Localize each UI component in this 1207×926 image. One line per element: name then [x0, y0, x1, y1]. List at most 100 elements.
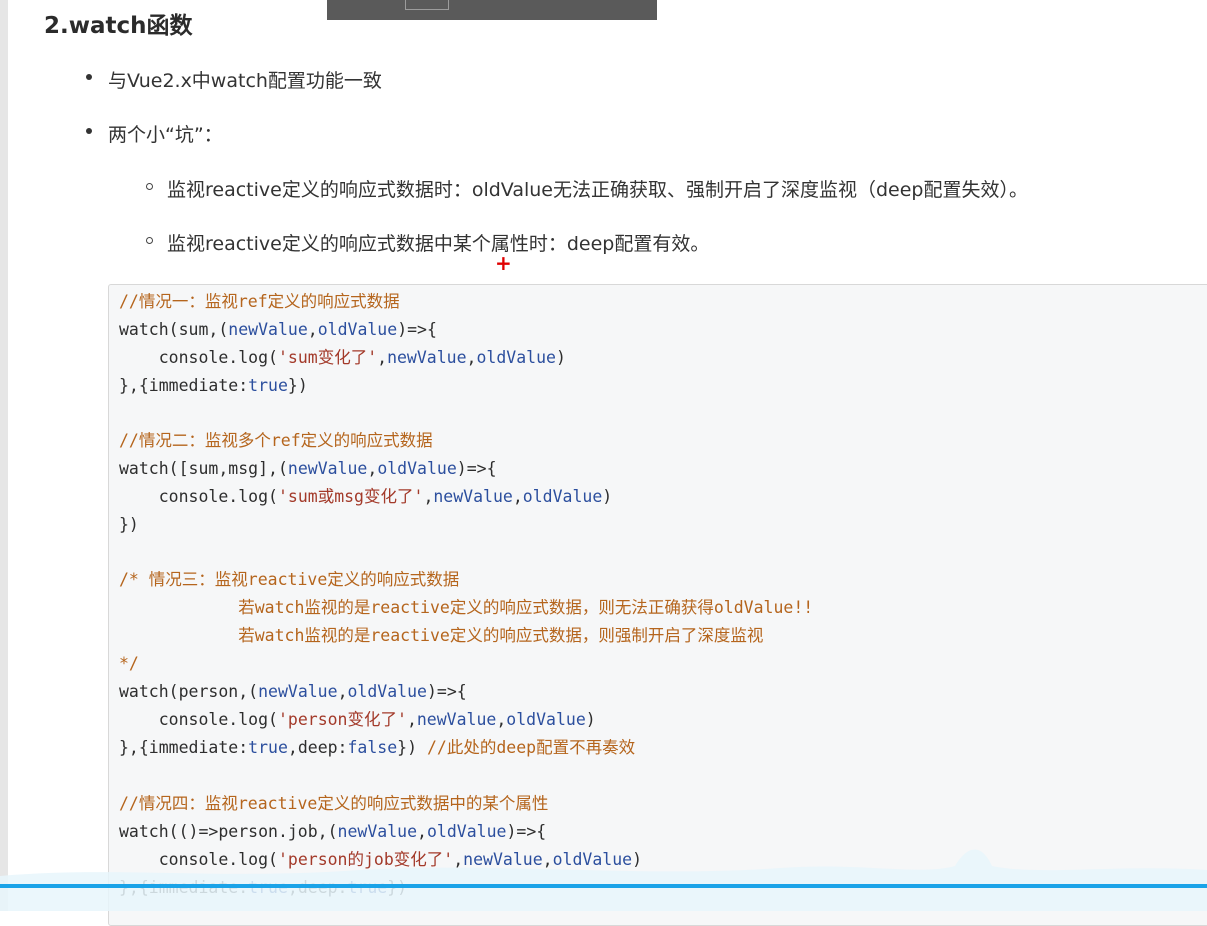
code-line: watch(sum,(newValue,oldValue)=>{ — [119, 317, 437, 343]
toolbar-tab — [405, 0, 449, 10]
code-token: ,deep: — [287, 878, 348, 897]
code-token: )=>{ — [506, 822, 547, 841]
code-variable: newValue — [387, 348, 467, 367]
code-variable: oldValue — [317, 320, 398, 339]
code-token: },{immediate: — [119, 878, 249, 897]
code-variable: oldValue — [476, 348, 556, 367]
code-comment: //情况一：监视ref定义的响应式数据 — [119, 292, 400, 311]
code-line: /* 情况三：监视reactive定义的响应式数据 — [119, 567, 459, 593]
code-variable: oldValue — [522, 487, 603, 506]
code-token: )=>{ — [397, 320, 437, 339]
code-token: , — [417, 822, 427, 841]
sub-list-item: 监视reactive定义的响应式数据中某个属性时：deep配置有效。 — [146, 229, 710, 256]
list-item: 与Vue2.x中watch配置功能一致 — [86, 66, 382, 93]
code-token: , — [496, 710, 507, 729]
code-token: },{immediate: — [119, 738, 249, 757]
code-token: watch(()=>person.job,( — [119, 822, 338, 841]
code-line: watch([sum,msg],(newValue,oldValue)=>{ — [119, 456, 497, 482]
code-line: */ — [119, 651, 139, 677]
code-variable: newValue — [337, 822, 418, 841]
code-variable: oldValue — [347, 682, 427, 701]
code-variable: newValue — [463, 850, 543, 869]
sub-list-item-text: 监视reactive定义的响应式数据时：oldValue无法正确获取、强制开启了… — [167, 179, 1028, 201]
code-variable: oldValue — [377, 459, 457, 478]
code-token: , — [367, 459, 378, 478]
code-token: watch([sum,msg],( — [119, 459, 288, 478]
code-line: console.log('person的job变化了',newValue,old… — [119, 847, 642, 873]
code-token: , — [337, 682, 348, 701]
code-string: 'sum或msg变化了' — [277, 487, 424, 506]
code-token: , — [423, 487, 434, 506]
code-token: watch(sum,( — [119, 320, 229, 339]
code-variable: newValue — [433, 487, 513, 506]
code-comment: //情况二：监视多个ref定义的响应式数据 — [119, 431, 433, 450]
code-keyword: true — [248, 878, 288, 897]
list-item: 两个小“坑”： — [86, 120, 223, 147]
code-token: )=>{ — [456, 459, 497, 478]
code-line: //情况二：监视多个ref定义的响应式数据 — [119, 428, 433, 454]
code-variable: newValue — [228, 320, 308, 339]
code-line: console.log('person变化了',newValue,oldValu… — [119, 707, 596, 733]
code-variable: oldValue — [426, 822, 507, 841]
code-token: , — [542, 850, 553, 869]
code-token: ) — [585, 710, 596, 729]
code-comment: 若watch监视的是reactive定义的响应式数据，则无法正确获得oldVal… — [119, 598, 814, 617]
video-toolbar — [327, 0, 657, 20]
code-line: //情况一：监视ref定义的响应式数据 — [119, 289, 400, 315]
left-rail — [0, 0, 8, 911]
code-token: }) — [387, 878, 408, 897]
bullet-dot-icon — [86, 128, 92, 134]
code-line: console.log('sum或msg变化了',newValue,oldVal… — [119, 484, 612, 510]
code-variable: newValue — [416, 710, 497, 729]
bullet-circle-icon — [146, 237, 153, 244]
code-line: //情况四：监视reactive定义的响应式数据中的某个属性 — [119, 791, 548, 817]
code-token: }) — [287, 376, 308, 395]
code-token: watch(person,( — [119, 682, 259, 701]
code-token: ,deep: — [287, 738, 348, 757]
code-comment: //此处的deep配置不再奏效 — [426, 738, 636, 757]
code-keyword: true — [248, 376, 288, 395]
code-token: , — [307, 320, 318, 339]
code-variable: oldValue — [552, 850, 633, 869]
code-line: 若watch监视的是reactive定义的响应式数据，则强制开启了深度监视 — [119, 623, 763, 649]
code-line: },{immediate:true,deep:false}) //此处的deep… — [119, 735, 635, 761]
code-token: }) — [119, 515, 139, 534]
code-string: 'person的job变化了' — [277, 850, 454, 869]
bullet-circle-icon — [146, 183, 153, 190]
code-string: 'sum变化了' — [277, 348, 378, 367]
code-line: watch(person,(newValue,oldValue)=>{ — [119, 679, 467, 705]
code-comment: //情况四：监视reactive定义的响应式数据中的某个属性 — [119, 794, 549, 813]
code-token: , — [512, 487, 523, 506]
code-token: , — [377, 348, 388, 367]
code-keyword: false — [347, 738, 398, 757]
sub-list-item-text: 监视reactive定义的响应式数据中某个属性时：deep配置有效。 — [167, 233, 710, 255]
code-line: },{immediate:true}) — [119, 373, 308, 399]
crosshair-cursor-icon: + — [495, 251, 512, 275]
code-token: }) — [397, 738, 427, 757]
code-string: 'person变化了' — [277, 710, 407, 729]
bullet-dot-icon — [86, 74, 92, 80]
code-token: console.log( — [119, 850, 278, 869]
section-heading: 2.watch函数 — [44, 13, 193, 39]
code-line: watch(()=>person.job,(newValue,oldValue)… — [119, 819, 546, 845]
code-token: console.log( — [119, 710, 278, 729]
sub-list-item: 监视reactive定义的响应式数据时：oldValue无法正确获取、强制开启了… — [146, 175, 1028, 202]
code-token: console.log( — [119, 487, 278, 506]
code-variable: newValue — [287, 459, 368, 478]
code-line: console.log('sum变化了',newValue,oldValue) — [119, 345, 566, 371]
code-token: ) — [555, 348, 566, 367]
code-token: )=>{ — [426, 682, 467, 701]
code-token: ) — [632, 850, 643, 869]
code-line: },{immediate:true,deep:true}) — [119, 875, 407, 901]
code-block: //情况一：监视ref定义的响应式数据 watch(sum,(newValue,… — [108, 284, 1207, 926]
code-comment: 若watch监视的是reactive定义的响应式数据，则强制开启了深度监视 — [119, 626, 764, 645]
code-keyword: true — [347, 878, 388, 897]
list-item-text: 两个小“坑”： — [108, 124, 223, 146]
code-line: }) — [119, 512, 139, 538]
code-comment: */ — [119, 654, 139, 673]
code-token: , — [406, 710, 417, 729]
code-token: , — [453, 850, 464, 869]
code-token: ) — [602, 487, 613, 506]
code-token: , — [466, 348, 477, 367]
code-token: console.log( — [119, 348, 278, 367]
